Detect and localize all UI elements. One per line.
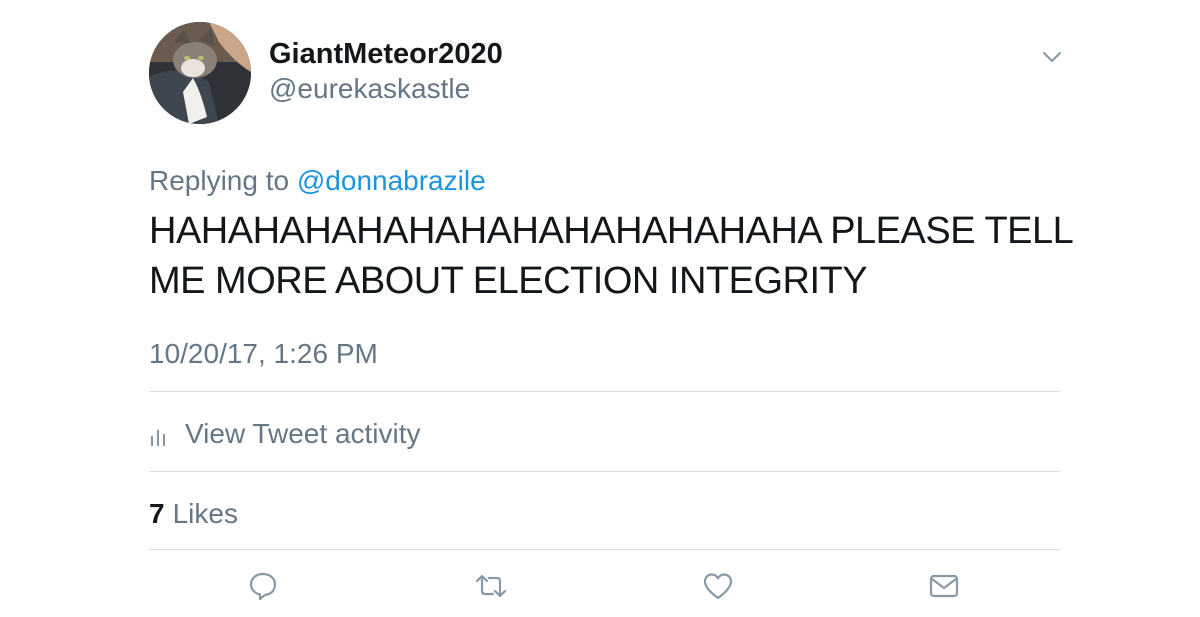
divider <box>149 549 1060 550</box>
like-button[interactable] <box>701 570 735 602</box>
envelope-icon <box>929 574 959 598</box>
tweet-text: HAHAHAHAHAHAHAHAHAHAHAHAHA PLEASE TELL M… <box>149 210 1072 302</box>
replying-to-label: Replying to <box>149 165 290 196</box>
divider <box>149 391 1060 392</box>
retweet-button[interactable] <box>474 570 508 602</box>
view-tweet-activity-button[interactable]: View Tweet activity <box>149 416 421 452</box>
likes-count: 7 <box>149 498 165 529</box>
display-name[interactable]: GiantMeteor2020 <box>269 37 503 71</box>
likes-count-link[interactable]: 7 Likes <box>149 497 238 531</box>
reply-mention-link[interactable]: @donnabrazile <box>297 165 486 196</box>
speech-bubble-icon <box>249 572 277 601</box>
replying-to: Replying to @donnabrazile <box>149 164 486 198</box>
heart-icon <box>703 573 733 600</box>
view-tweet-activity-label: View Tweet activity <box>185 418 421 449</box>
likes-label: Likes <box>172 498 238 529</box>
retweet-icon <box>475 574 507 598</box>
avatar[interactable] <box>149 22 251 124</box>
direct-message-button[interactable] <box>927 570 961 602</box>
user-handle[interactable]: @eurekaskastle <box>269 72 470 106</box>
bar-chart-icon <box>149 423 169 446</box>
divider <box>149 471 1060 472</box>
chevron-down-icon[interactable] <box>1040 48 1064 66</box>
tweet-timestamp[interactable]: 10/20/17, 1:26 PM <box>149 337 378 371</box>
reply-button[interactable] <box>246 570 280 602</box>
cat-avatar-image <box>149 22 251 124</box>
